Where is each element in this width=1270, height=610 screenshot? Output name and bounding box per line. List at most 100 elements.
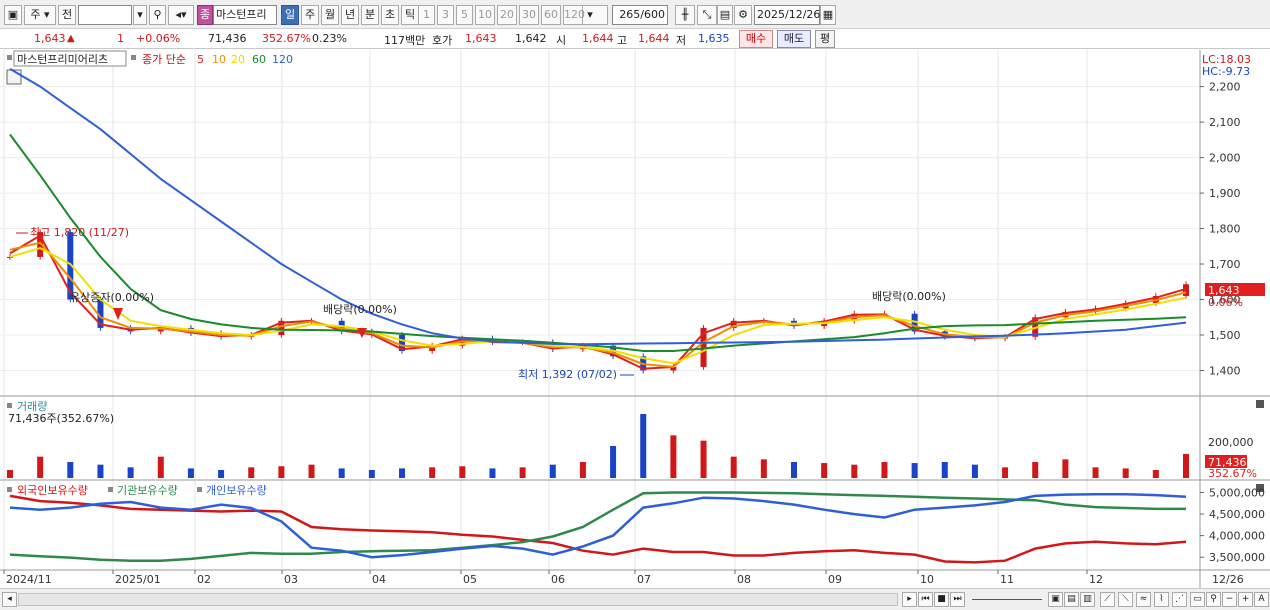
- date-tick-label: 06: [551, 573, 565, 586]
- ma60-legend[interactable]: 60: [252, 53, 266, 66]
- stock-code-input[interactable]: 357430: [78, 5, 132, 25]
- price-tick-label: 2,200: [1209, 81, 1241, 94]
- volume-bar: [1152, 470, 1159, 478]
- trend-tool-icon[interactable]: ⟍: [1118, 592, 1133, 607]
- code-dropdown-icon[interactable]: ▾: [133, 5, 147, 25]
- minute-button-30[interactable]: 30: [519, 5, 539, 25]
- trade-amount: 117백만: [384, 34, 426, 47]
- period-button-5[interactable]: 초: [381, 5, 399, 25]
- save-icon[interactable]: ▤: [717, 5, 733, 25]
- low-annotation-text: 최저 1,392 (07/02): [518, 368, 617, 381]
- volume-bar: [519, 467, 526, 478]
- period-button-2[interactable]: 월: [321, 5, 339, 25]
- ma5-legend[interactable]: 5: [197, 53, 204, 66]
- box-tool-icon[interactable]: ▭: [1190, 592, 1205, 607]
- zoom-out-icon[interactable]: −: [1222, 592, 1237, 607]
- scroll-right-icon[interactable]: ▸: [902, 592, 917, 607]
- period-button-0[interactable]: 일: [281, 5, 299, 25]
- avg-button[interactable]: 평: [815, 30, 835, 48]
- volume-bar: [97, 464, 104, 478]
- ma120-legend[interactable]: 120: [272, 53, 293, 66]
- volume-bar: [459, 466, 466, 478]
- volume-bar: [1062, 459, 1069, 478]
- holdings-label-inst[interactable]: 기관보유수량: [117, 484, 178, 497]
- stop-icon[interactable]: ■: [934, 592, 949, 607]
- volume-bar: [187, 468, 194, 478]
- buy-button[interactable]: 매수: [739, 30, 773, 48]
- period-button-4[interactable]: 분: [361, 5, 379, 25]
- price-tick-label: 2,100: [1209, 116, 1241, 129]
- search-icon[interactable]: ⚲: [149, 5, 166, 25]
- volume-bar: [670, 435, 677, 478]
- minute-button-60[interactable]: 60: [541, 5, 561, 25]
- gear-icon[interactable]: ⚙: [734, 5, 752, 25]
- ma20-legend[interactable]: 20: [231, 53, 245, 66]
- draw-tool-icon[interactable]: ⤡: [697, 5, 717, 25]
- volume-bar: [881, 462, 888, 478]
- volume-tag-pct: 352.67%: [1208, 467, 1257, 480]
- tool-icon-1[interactable]: ▣: [1048, 592, 1063, 607]
- period-button-1[interactable]: 주: [301, 5, 319, 25]
- font-size-icon[interactable]: A: [1254, 592, 1269, 607]
- last-page-icon[interactable]: ⏭: [950, 592, 965, 607]
- minute-button-20[interactable]: 20: [497, 5, 517, 25]
- prev-button[interactable]: 전: [58, 5, 76, 25]
- date-tick-label: 11: [1000, 573, 1014, 586]
- first-page-icon[interactable]: ⏮: [918, 592, 933, 607]
- volume-bar: [1092, 467, 1099, 478]
- zoom-icon[interactable]: ⚲: [1206, 592, 1221, 607]
- tool-icon-2[interactable]: ▤: [1064, 592, 1079, 607]
- layout-icon[interactable]: ▣: [4, 5, 22, 25]
- volume-sub: 71,436주(352.67%): [8, 412, 114, 425]
- speaker-icon[interactable]: ◂▾: [168, 5, 194, 25]
- period-main-label: 주: [30, 8, 41, 21]
- fib-tool-icon[interactable]: ≈: [1136, 592, 1151, 607]
- volume-bar: [127, 467, 134, 478]
- volume-bar: [971, 464, 978, 478]
- tool-icon-3[interactable]: ▥: [1080, 592, 1095, 607]
- toolbar: ▣ 주 ▾ 전 357430 ▾ ⚲ ◂▾ 종 마스턴프리 ▾ 265/600 …: [0, 0, 1270, 29]
- date-field[interactable]: 2025/12/26: [754, 5, 820, 25]
- zoom-in-icon[interactable]: +: [1238, 592, 1253, 607]
- scroll-left-icon[interactable]: ◂: [2, 592, 17, 607]
- period-main-select[interactable]: 주 ▾: [24, 5, 56, 25]
- volume-bar: [37, 456, 44, 478]
- price-tick-label: 1,900: [1209, 187, 1241, 200]
- period-button-3[interactable]: 년: [341, 5, 359, 25]
- holdings-label-foreign[interactable]: 외국인보유수량: [17, 484, 88, 497]
- scroll-track[interactable]: [18, 593, 898, 606]
- volume-ratio: 352.67%: [262, 32, 311, 45]
- minute-button-5[interactable]: 5: [456, 5, 473, 25]
- holdings-tick-label: 4,000,000: [1209, 530, 1265, 543]
- holdings-marker-2: [108, 487, 113, 492]
- stock-name-field[interactable]: 마스턴프리: [213, 5, 277, 25]
- date-tick-label: 02: [197, 573, 211, 586]
- line-tool-icon[interactable]: ⟋: [1100, 592, 1115, 607]
- ma-legend-label[interactable]: 종가 단순: [142, 53, 186, 66]
- ma10-legend[interactable]: 10: [212, 53, 226, 66]
- volume-close-icon[interactable]: [1256, 400, 1264, 408]
- date-tick-label: 2025/01: [115, 573, 161, 586]
- volume-bar: [760, 459, 767, 478]
- volume-bar: [248, 467, 255, 478]
- candle-type-icon[interactable]: ╫: [675, 5, 695, 25]
- period-button-6[interactable]: 틱: [401, 5, 419, 25]
- minute-button-10[interactable]: 10: [475, 5, 495, 25]
- quote-bar: 1,643 ▲ 1 +0.06% 71,436 352.67% 0.23% 11…: [0, 29, 1270, 49]
- fan-tool-icon[interactable]: ⋰: [1172, 592, 1187, 607]
- stock-chart[interactable]: 마스턴프리미어리츠 종가 단순 5 10 20 60 120 LC:18.03 …: [0, 50, 1270, 588]
- zoom-slider[interactable]: [972, 599, 1042, 600]
- price-tick-label: 2,000: [1209, 152, 1241, 165]
- holdings-label-indiv[interactable]: 개인보유수량: [206, 484, 267, 497]
- ma-legend-marker: [131, 55, 136, 60]
- minute-button-3[interactable]: 3: [437, 5, 454, 25]
- volume-bar: [278, 466, 285, 478]
- count-field[interactable]: 265/600: [612, 5, 668, 25]
- calendar-icon[interactable]: ▦: [820, 5, 836, 25]
- volume-value: 71,436: [208, 32, 247, 45]
- holdings-tick-label: 5,000,000: [1209, 486, 1265, 499]
- sell-button[interactable]: 매도: [777, 30, 811, 48]
- minute-button-120[interactable]: 120: [563, 5, 585, 25]
- cycle-tool-icon[interactable]: ⌇: [1154, 592, 1169, 607]
- minute-button-1[interactable]: 1: [418, 5, 435, 25]
